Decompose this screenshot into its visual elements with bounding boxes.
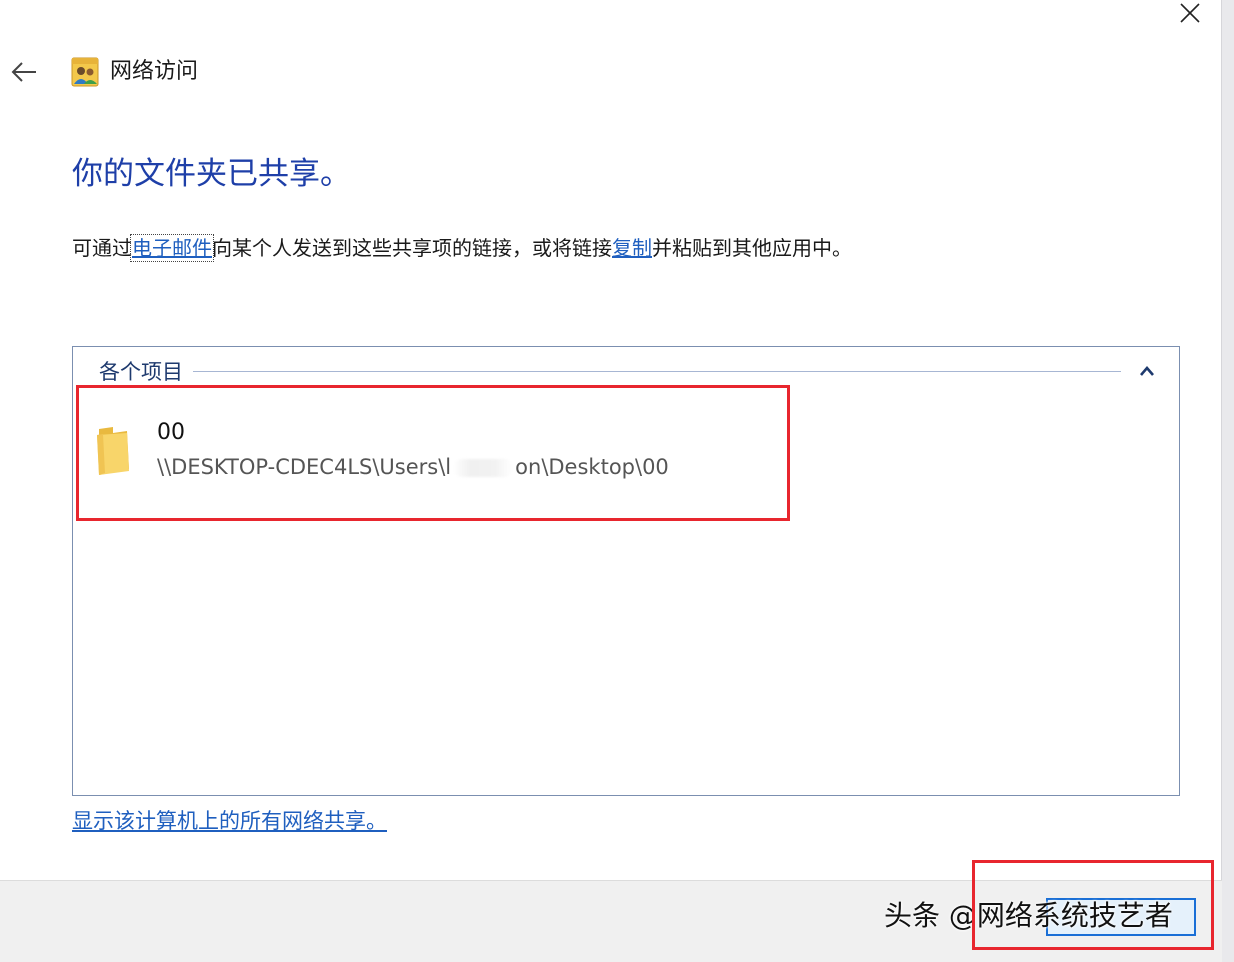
group-header: 各个项目 xyxy=(99,357,1159,385)
item-path-suffix: on\Desktop\00 xyxy=(515,455,669,479)
description-text: 可通过电子邮件向某个人发送到这些共享项的链接，或将链接复制并粘贴到其他应用中。 xyxy=(72,233,852,263)
list-item[interactable]: 00 \\DESKTOP-CDEC4LS\Users\l on\Desktop\0… xyxy=(91,411,771,487)
page-heading: 你的文件夹已共享。 xyxy=(72,156,351,192)
shared-items-list: 各个项目 00 \\DESKTOP-CDEC4LS\Users\l on\Desk… xyxy=(72,346,1180,796)
close-button[interactable] xyxy=(1166,0,1214,26)
item-path-prefix: \\DESKTOP-CDEC4LS\Users\l xyxy=(157,455,452,479)
window-edge xyxy=(1221,0,1234,962)
collapse-button[interactable] xyxy=(1135,359,1159,383)
close-icon xyxy=(1180,3,1200,23)
redacted-blur xyxy=(453,459,514,477)
network-access-window: 网络访问 你的文件夹已共享。 可通过电子邮件向某个人发送到这些共享项的链接，或将… xyxy=(0,0,1234,962)
watermark-text: 头条 @网络系统技艺者 xyxy=(884,899,1173,932)
desc-text-mid: 向某个人发送到这些共享项的链接，或将链接 xyxy=(212,236,612,260)
item-name: 00 xyxy=(157,420,185,445)
email-link[interactable]: 电子邮件 xyxy=(130,234,214,262)
chevron-up-icon xyxy=(1140,366,1154,376)
show-all-shares-link[interactable]: 显示该计算机上的所有网络共享。 xyxy=(72,806,387,836)
group-divider xyxy=(193,370,1121,372)
back-arrow-icon xyxy=(11,62,36,82)
window-title: 网络访问 xyxy=(110,59,199,84)
network-users-icon xyxy=(71,57,99,87)
item-path: \\DESKTOP-CDEC4LS\Users\l on\Desktop\00 xyxy=(157,453,669,481)
group-title: 各个项目 xyxy=(99,360,183,384)
back-button[interactable] xyxy=(6,54,42,90)
copy-link[interactable]: 复制 xyxy=(612,236,652,260)
folder-icon xyxy=(97,427,129,475)
desc-text-pre: 可通过 xyxy=(72,236,132,260)
desc-text-post: 并粘贴到其他应用中。 xyxy=(652,236,852,260)
